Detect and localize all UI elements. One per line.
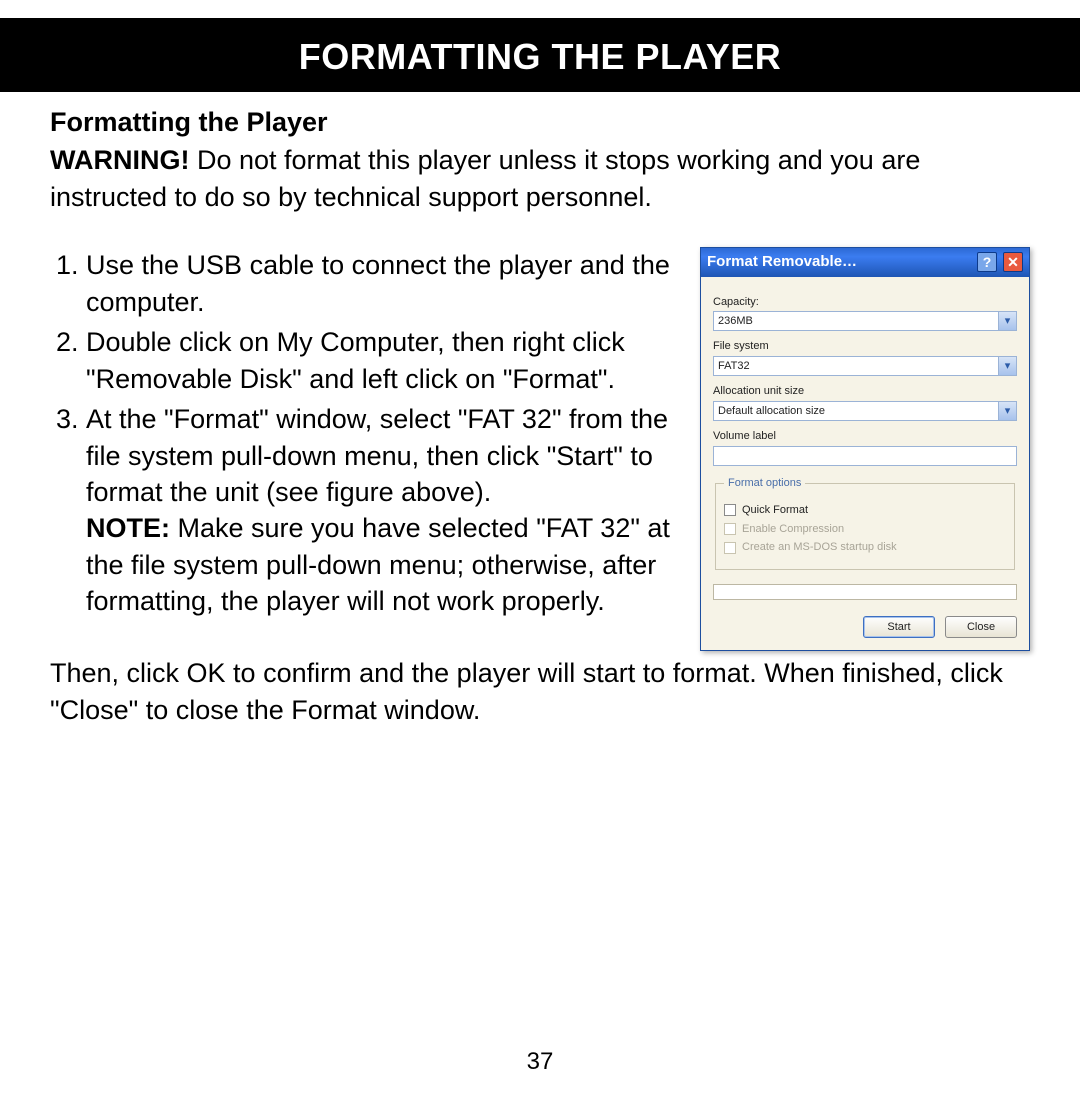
- note-label: NOTE:: [86, 513, 170, 543]
- page-title: FORMATTING THE PLAYER: [299, 36, 782, 77]
- dialog-titlebar[interactable]: Format Removable… ? ✕: [701, 248, 1029, 276]
- quick-format-row[interactable]: Quick Format: [724, 503, 1006, 518]
- chevron-down-icon[interactable]: ▾: [998, 312, 1016, 330]
- help-icon[interactable]: ?: [977, 252, 997, 272]
- close-icon[interactable]: ✕: [1003, 252, 1023, 272]
- volume-label-label: Volume label: [713, 429, 1017, 444]
- msdos-disk-label: Create an MS-DOS startup disk: [742, 540, 897, 555]
- instruction-column: Use the USB cable to connect the player …: [50, 247, 670, 623]
- step-2: Double click on My Computer, then right …: [86, 324, 670, 397]
- msdos-disk-checkbox: [724, 542, 736, 554]
- step-1: Use the USB cable to connect the player …: [86, 247, 670, 320]
- close-button-label: Close: [967, 620, 995, 635]
- section-heading: Formatting the Player: [50, 104, 1030, 140]
- quick-format-label: Quick Format: [742, 503, 808, 518]
- file-system-select[interactable]: FAT32 ▾: [713, 356, 1017, 376]
- dialog-body: Capacity: 236MB ▾ File system FAT32 ▾ Al…: [701, 277, 1029, 651]
- step-3-text-a: At the "Format" window, select "FAT 32" …: [86, 404, 668, 507]
- allocation-select[interactable]: Default allocation size ▾: [713, 401, 1017, 421]
- start-button[interactable]: Start: [863, 616, 935, 638]
- chevron-down-icon[interactable]: ▾: [998, 402, 1016, 420]
- start-button-label: Start: [887, 620, 910, 635]
- progress-bar: [713, 584, 1017, 600]
- allocation-value: Default allocation size: [718, 404, 825, 419]
- page-number: 37: [0, 1048, 1080, 1076]
- format-dialog: Format Removable… ? ✕ Capacity: 236MB ▾ …: [700, 247, 1030, 651]
- warning-label: WARNING!: [50, 145, 189, 175]
- format-options-legend: Format options: [724, 476, 805, 491]
- enable-compression-checkbox: [724, 523, 736, 535]
- page-title-bar: FORMATTING THE PLAYER: [0, 18, 1080, 92]
- steps-list: Use the USB cable to connect the player …: [50, 247, 670, 619]
- step-3-text-b: Make sure you have selected "FAT 32" at …: [86, 513, 670, 616]
- enable-compression-row: Enable Compression: [724, 522, 1006, 537]
- chevron-down-icon[interactable]: ▾: [998, 357, 1016, 375]
- quick-format-checkbox[interactable]: [724, 504, 736, 516]
- step-3-continuation: Then, click OK to confirm and the player…: [50, 655, 1030, 728]
- file-system-label: File system: [713, 339, 1017, 354]
- close-button[interactable]: Close: [945, 616, 1017, 638]
- msdos-disk-row: Create an MS-DOS startup disk: [724, 540, 1006, 555]
- volume-label-input[interactable]: [713, 446, 1017, 466]
- capacity-select[interactable]: 236MB ▾: [713, 311, 1017, 331]
- capacity-label: Capacity:: [713, 295, 1017, 310]
- capacity-value: 236MB: [718, 314, 753, 329]
- file-system-value: FAT32: [718, 359, 750, 374]
- dialog-button-row: Start Close: [713, 616, 1017, 638]
- format-options-group: Format options Quick Format Enable Compr…: [715, 476, 1015, 570]
- step-3: At the "Format" window, select "FAT 32" …: [86, 401, 670, 620]
- enable-compression-label: Enable Compression: [742, 522, 844, 537]
- warning-paragraph: WARNING! Do not format this player unles…: [50, 142, 1030, 215]
- dialog-title: Format Removable…: [707, 252, 971, 272]
- allocation-label: Allocation unit size: [713, 384, 1017, 399]
- content-area: Formatting the Player WARNING! Do not fo…: [0, 92, 1080, 728]
